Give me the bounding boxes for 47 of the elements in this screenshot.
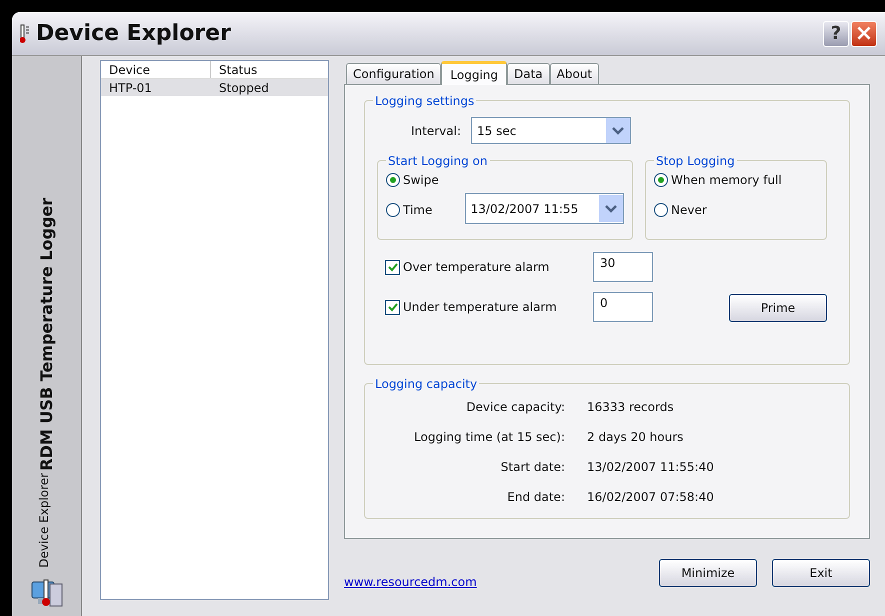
window-title: Device Explorer <box>36 20 231 48</box>
tab[interactable]: About <box>550 63 600 84</box>
tab[interactable]: Data <box>507 63 550 84</box>
capacity-value: 16/02/2007 07:58:40 <box>587 489 714 506</box>
radio-label[interactable]: Never <box>671 201 707 219</box>
tab[interactable]: Logging <box>441 61 507 85</box>
temperature-input[interactable]: 30 <box>593 252 653 282</box>
tab[interactable]: Configuration <box>346 63 442 84</box>
temperature-input[interactable]: 0 <box>593 292 653 322</box>
capacity-value: 2 days 20 hours <box>587 429 684 446</box>
radio-label[interactable]: When memory full <box>671 171 782 189</box>
dialog-button[interactable]: Exit <box>772 559 870 587</box>
checkbox-label[interactable]: Over temperature alarm <box>403 258 593 276</box>
radio-button[interactable] <box>654 203 668 217</box>
sidebar-product-title: RDM USB Temperature Logger <box>36 198 56 472</box>
checkbox[interactable] <box>385 260 400 274</box>
thermometer-icon <box>20 24 30 44</box>
capacity-label: End date: <box>506 489 565 506</box>
sidebar-subtitle: Device Explorer <box>36 473 52 568</box>
column-header[interactable]: Device <box>101 61 211 78</box>
capacity-label: Start date: <box>500 459 565 476</box>
radio-button[interactable] <box>386 203 400 217</box>
chevron-down-icon[interactable] <box>606 118 630 143</box>
dialog-button[interactable]: Minimize <box>659 559 757 587</box>
start-time-dropdown[interactable]: 13/02/2007 11:55 <box>464 193 624 224</box>
interval-label: Interval: <box>411 122 461 140</box>
interval-dropdown[interactable]: 15 sec <box>471 117 631 144</box>
capacity-label: Logging time (at 15 sec): <box>413 429 565 446</box>
radio-button[interactable] <box>654 173 668 187</box>
column-header[interactable]: Status <box>211 61 328 78</box>
table-cell-text: Stopped <box>218 80 270 96</box>
capacity-label: Device capacity: <box>465 399 565 416</box>
close-button[interactable]: × <box>851 20 877 46</box>
checkbox[interactable] <box>385 300 400 314</box>
radio-button[interactable] <box>386 173 400 187</box>
radio-label[interactable]: Time <box>403 201 432 219</box>
checkbox-label[interactable]: Under temperature alarm <box>403 298 593 316</box>
computer-thermometer-icon <box>30 578 64 608</box>
prime-button[interactable]: Prime <box>729 294 827 322</box>
table-cell-text: HTP-01 <box>108 80 153 96</box>
chevron-down-icon[interactable] <box>599 195 623 222</box>
radio-label[interactable]: Swipe <box>403 171 439 189</box>
device-row[interactable]: HTP-01 Stopped <box>101 79 328 96</box>
capacity-value: 16333 records <box>587 399 674 416</box>
help-button[interactable]: ? <box>823 20 849 46</box>
capacity-value: 13/02/2007 11:55:40 <box>587 459 714 476</box>
website-link[interactable]: www.resourcedm.com <box>344 573 477 591</box>
